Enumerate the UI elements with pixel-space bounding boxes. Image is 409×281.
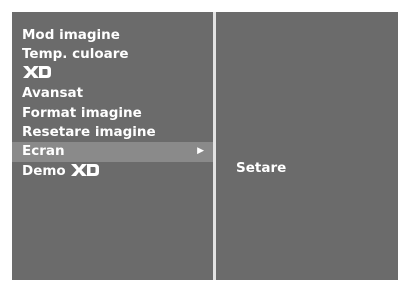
menu-item-label: Temp. culoare xyxy=(22,46,129,63)
menu-item-xd[interactable] xyxy=(12,65,213,84)
menu-item-label: Mod imagine xyxy=(22,27,120,43)
menu-list: Mod imagine Temp. culoare Avansat Format… xyxy=(12,26,213,181)
menu-item-temp-culoare[interactable]: Temp. culoare xyxy=(12,45,213,64)
panel-divider xyxy=(213,12,216,280)
osd-picture-menu: Mod imagine Temp. culoare Avansat Format… xyxy=(12,12,398,280)
menu-item-demo-xd[interactable]: Demo xyxy=(12,162,213,181)
menu-item-ecran[interactable]: Ecran ▶ xyxy=(12,142,213,162)
menu-item-avansat[interactable]: Avansat xyxy=(12,84,213,103)
menu-item-label: Avansat xyxy=(22,85,84,102)
menu-item-label: Ecran xyxy=(22,143,65,160)
menu-item-format-imagine[interactable]: Format imagine xyxy=(12,104,213,123)
menu-item-label: Resetare imagine xyxy=(22,123,156,140)
xd-logo xyxy=(22,65,52,79)
menu-item-resetare-imagine[interactable]: Resetare imagine xyxy=(12,123,213,142)
menu-item-label: Format imagine xyxy=(22,104,142,121)
menu-item-mod-imagine[interactable]: Mod imagine xyxy=(12,26,213,45)
xd-logo xyxy=(70,163,100,177)
menu-item-label: Demo xyxy=(22,162,66,179)
arrow-right-icon: ▶ xyxy=(197,146,204,157)
submenu-option-setare[interactable]: Setare xyxy=(236,160,286,176)
